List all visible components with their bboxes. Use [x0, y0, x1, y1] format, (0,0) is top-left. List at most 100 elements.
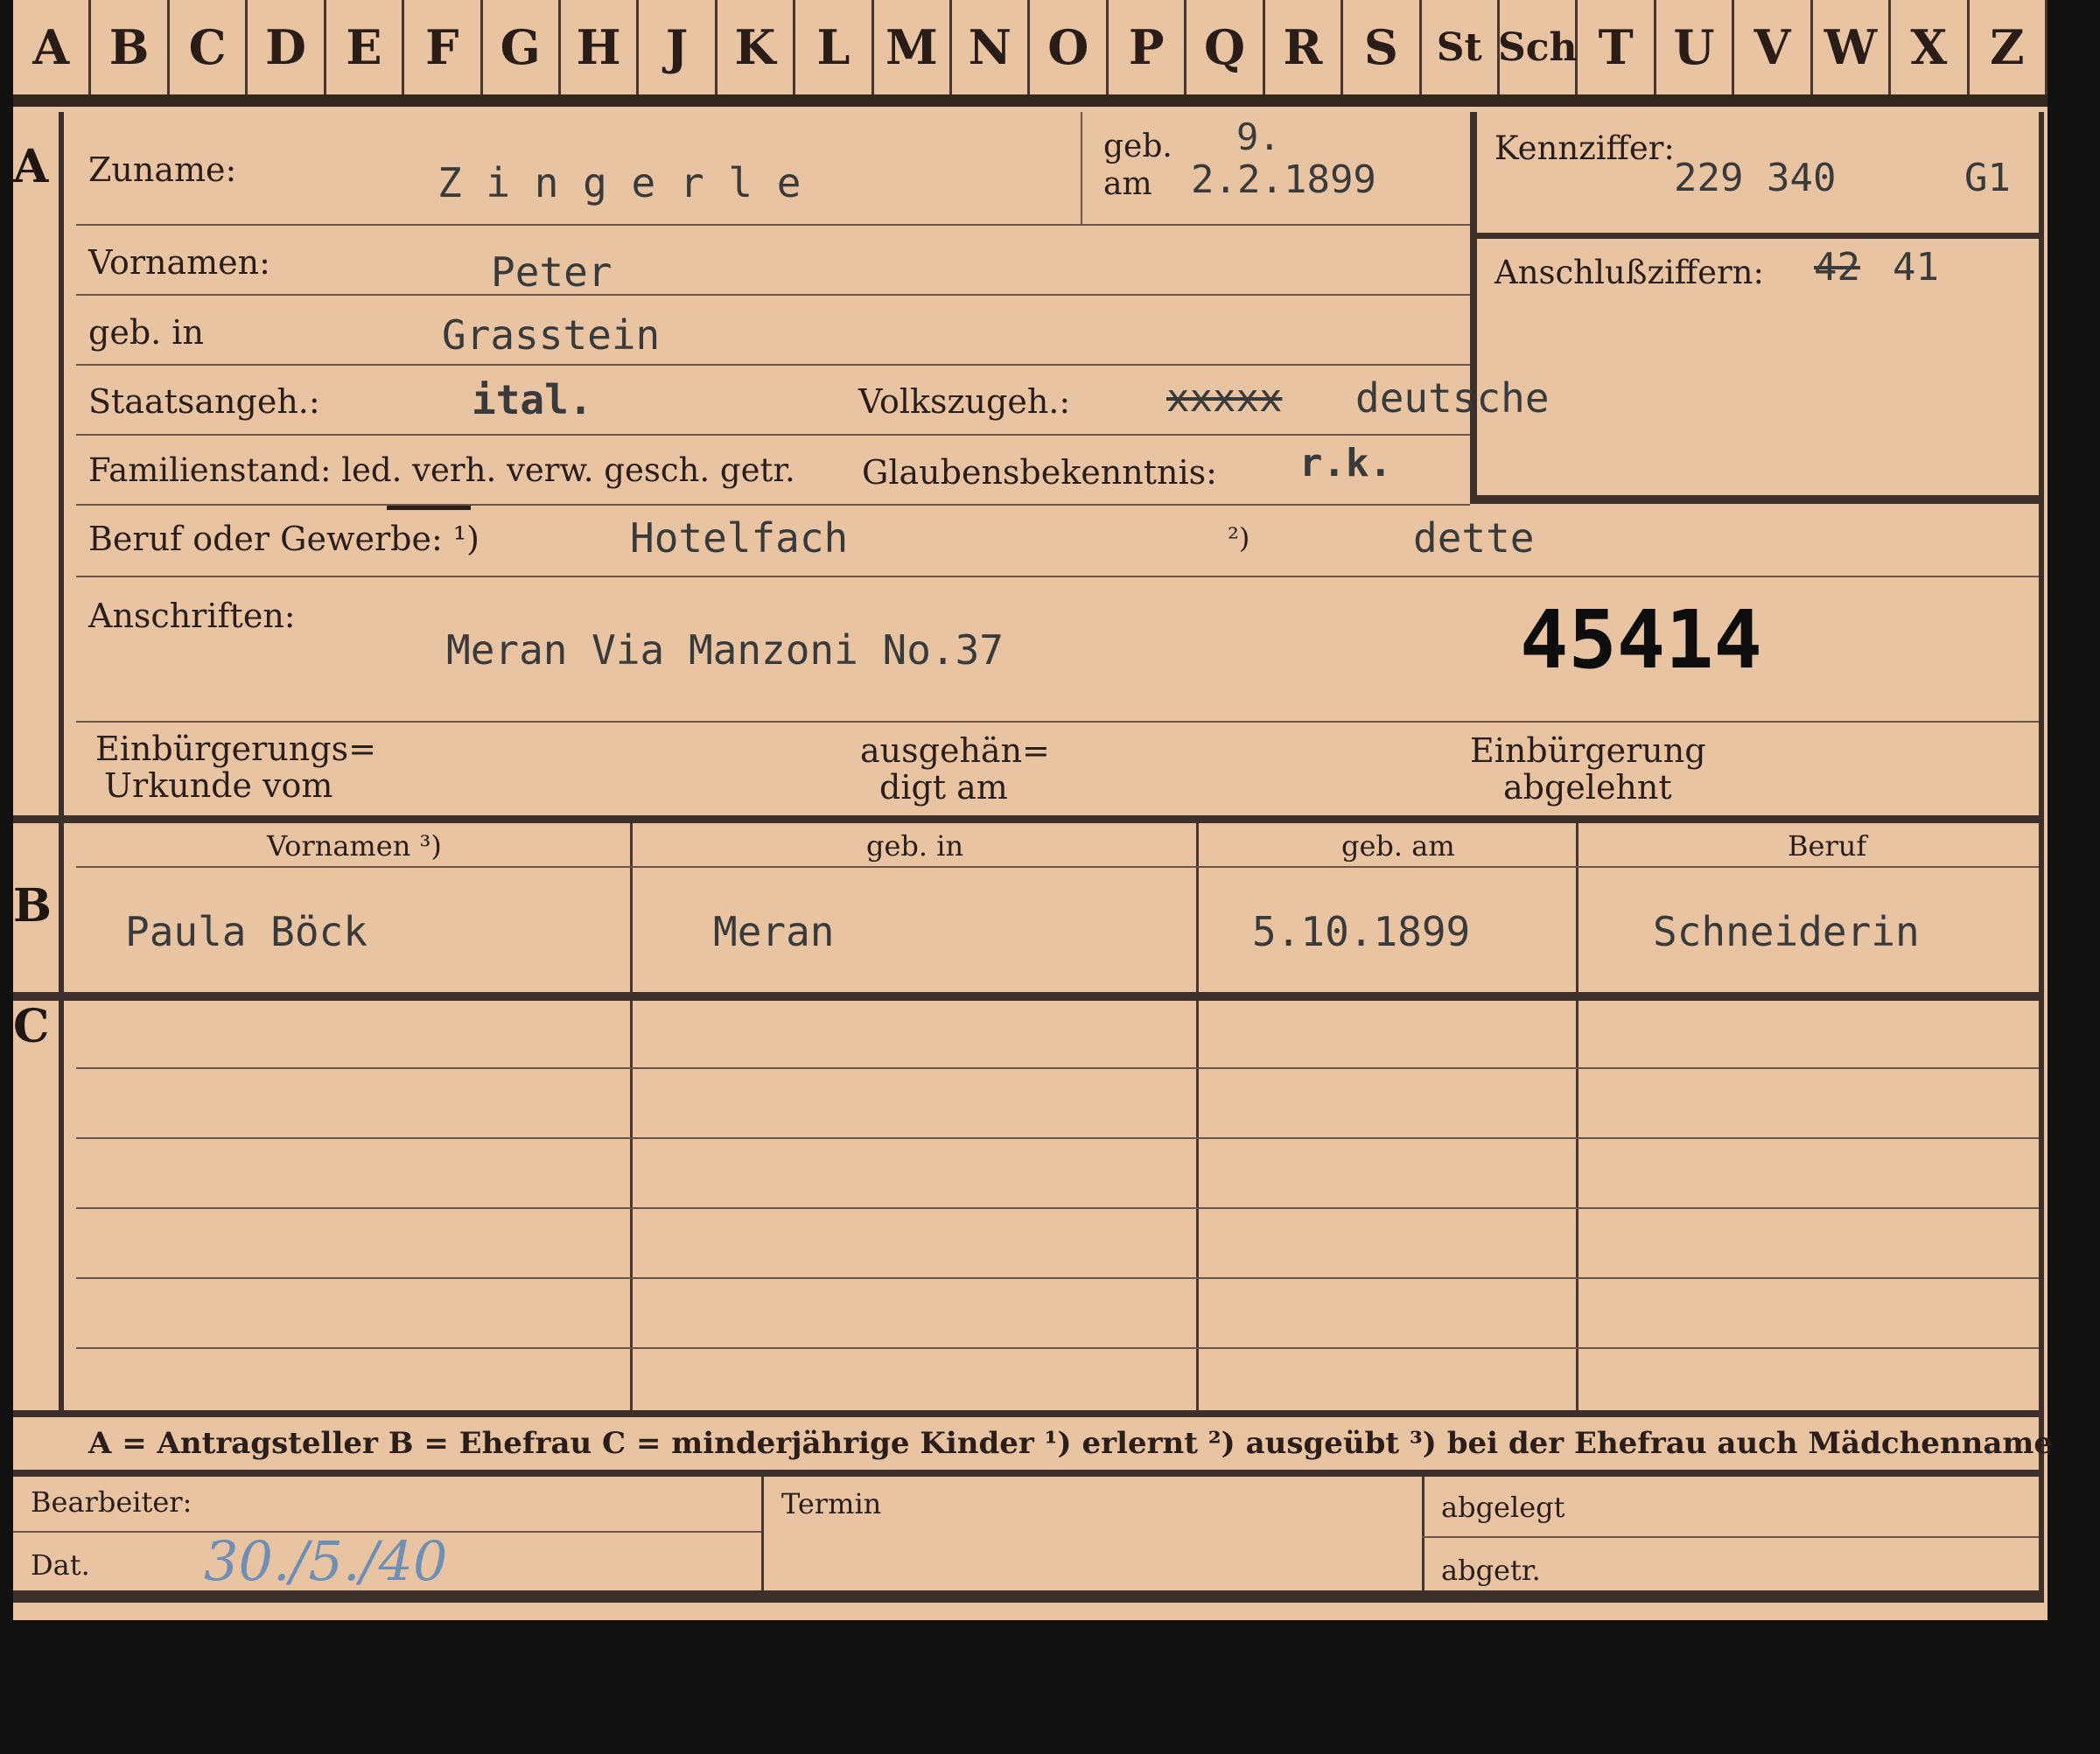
child-row-rule [76, 1137, 2039, 1139]
alphabet-tab[interactable]: N [952, 0, 1031, 94]
alphabet-tab[interactable]: K [718, 0, 796, 94]
volkszugeh-label: Volkszugeh.: [858, 382, 1071, 421]
alphabet-tab[interactable]: Q [1186, 0, 1265, 94]
volkszugeh-value: deutsche [1355, 374, 1550, 422]
kennziffer-suffix: G1 [1964, 156, 2011, 200]
alphabet-tab[interactable]: F [404, 0, 483, 94]
legend-bottom-rule [13, 1470, 2039, 1477]
zuname-divider [1081, 112, 1082, 224]
alphabet-tab[interactable]: D [248, 0, 326, 94]
table-col-divider [1196, 823, 1199, 1411]
spouse-beruf: Schneiderin [1653, 908, 1920, 955]
alphabet-tab[interactable]: S [1343, 0, 1422, 94]
index-card: A B C D E F G H J K L M N O P Q R S St Sch T U V W X Z A B C Kenn… [13, 0, 2053, 1620]
spouse-header-geb-in: geb. in [866, 829, 964, 863]
alphabet-tab[interactable]: St [1422, 0, 1501, 94]
alphabet-tab[interactable]: P [1109, 0, 1187, 94]
dat-label: Dat. [31, 1548, 90, 1582]
alphabet-tab[interactable]: V [1734, 0, 1813, 94]
alphabet-tab[interactable]: Sch [1498, 0, 1578, 94]
legend: A = Antragsteller B = Ehefrau C = minder… [88, 1426, 2053, 1461]
alphabet-tab[interactable]: E [326, 0, 405, 94]
kennziffer-value: 229 340 [1674, 156, 1837, 200]
rule [76, 294, 1470, 296]
section-a-bottom-rule [13, 815, 2039, 823]
rule [76, 434, 1470, 436]
rule [76, 224, 1470, 226]
bearbeiter-label: Bearbeiter: [31, 1485, 192, 1519]
einbuergerung-abgelehnt-2: abgelehnt [1503, 768, 1672, 807]
alphabet-tab[interactable]: W [1813, 0, 1892, 94]
geb-in-value: Grasstein [442, 311, 661, 359]
alphabet-tab[interactable]: X [1891, 0, 1970, 94]
left-border [59, 112, 64, 1415]
alphabet-tab[interactable]: U [1656, 0, 1735, 94]
child-row-rule [76, 1347, 2039, 1349]
alphabet-tab[interactable]: L [795, 0, 874, 94]
einbuergerung-label-2: Urkunde vom [104, 766, 333, 805]
table-col-divider [630, 823, 633, 1411]
alphabet-tab[interactable]: G [483, 0, 561, 94]
einbuergerung-abgelehnt-1: Einbürgerung [1470, 731, 1706, 770]
geb-am-label-1: geb. [1103, 129, 1172, 164]
alphabet-tab[interactable]: J [639, 0, 718, 94]
abgetr-label: abgetr. [1441, 1554, 1541, 1587]
alphabet-tab[interactable]: Z [1970, 0, 2048, 94]
spouse-geb-am: 5.10.1899 [1252, 908, 1471, 955]
right-border [2039, 112, 2044, 1599]
vornamen-label: Vornamen: [88, 243, 270, 282]
rule [76, 866, 2039, 868]
section-a-label: A [13, 140, 49, 193]
rule [1422, 1536, 2039, 1538]
alphabet-tab[interactable]: C [170, 0, 248, 94]
beruf-value-2: dette [1413, 514, 1535, 562]
spouse-vornamen: Paula Böck [125, 908, 368, 955]
birth-date: 2.2.1899 [1191, 157, 1376, 202]
table-col-divider [1576, 823, 1578, 1411]
zuname-label: Zuname: [88, 150, 237, 189]
alphabet-tab[interactable]: M [874, 0, 953, 94]
einbuergerung-label-1: Einbürgerungs= [95, 730, 376, 768]
termin-label: Termin [781, 1487, 882, 1520]
alphabet-tab[interactable]: R [1265, 0, 1344, 94]
anschlussziffern-label: Anschlußziffern: [1494, 254, 1764, 291]
vornamen-value: Peter [491, 248, 612, 296]
child-row-rule [76, 1277, 2039, 1279]
spouse-geb-in: Meran [713, 908, 835, 955]
geb-in-label: geb. in [88, 313, 204, 352]
alphabet-tab[interactable]: A [13, 0, 92, 94]
abgelegt-label: abgelegt [1441, 1491, 1565, 1524]
alphabet-tab[interactable]: O [1031, 0, 1109, 94]
alphabet-tab[interactable]: B [91, 0, 170, 94]
beruf-value: Hotelfach [630, 514, 849, 562]
rule [76, 721, 2039, 723]
staatsangeh-label: Staatsangeh.: [88, 382, 320, 421]
anschriften-value: Meran Via Manzoni No.37 [446, 626, 1004, 674]
geb-am-label-2: am [1103, 166, 1152, 202]
child-row-rule [76, 1067, 2039, 1069]
alphabet-tab[interactable]: H [561, 0, 640, 94]
footer-divider [761, 1477, 764, 1590]
kennziffer-box-divider [1470, 233, 2039, 239]
card-bottom-rule [13, 1590, 2044, 1603]
alphabet-tab-strip: A B C D E F G H J K L M N O P Q R S St Sch T U V W X Z [13, 0, 2048, 94]
beruf-label: Beruf oder Gewerbe: ¹) [88, 520, 480, 558]
glaubensbekenntnis-value: r.k. [1299, 441, 1392, 486]
section-b-bottom-rule [13, 992, 2039, 1001]
birth-day-correction: 9. [1236, 115, 1281, 158]
section-b-label: B [13, 879, 52, 933]
beruf-note: ²) [1228, 521, 1250, 555]
rule [76, 364, 1470, 366]
rule [76, 576, 2039, 577]
footer-divider [1422, 1477, 1424, 1590]
rule [76, 504, 1470, 506]
staatsangeh-value: ital. [472, 376, 593, 423]
ausgehaendigt-label-1: ausgehän= [860, 731, 1050, 770]
kennziffer-label: Kennziffer: [1494, 129, 1675, 167]
glaubensbekenntnis-label: Glaubensbekenntnis: [862, 453, 1217, 492]
child-row-rule [76, 1207, 2039, 1209]
alphabet-tab[interactable]: T [1578, 0, 1656, 94]
kennziffer-box-bottom [1470, 495, 2039, 504]
zuname-value: Z i n g e r l e [438, 159, 802, 206]
volkszugeh-struck: xxxxx [1166, 376, 1283, 421]
